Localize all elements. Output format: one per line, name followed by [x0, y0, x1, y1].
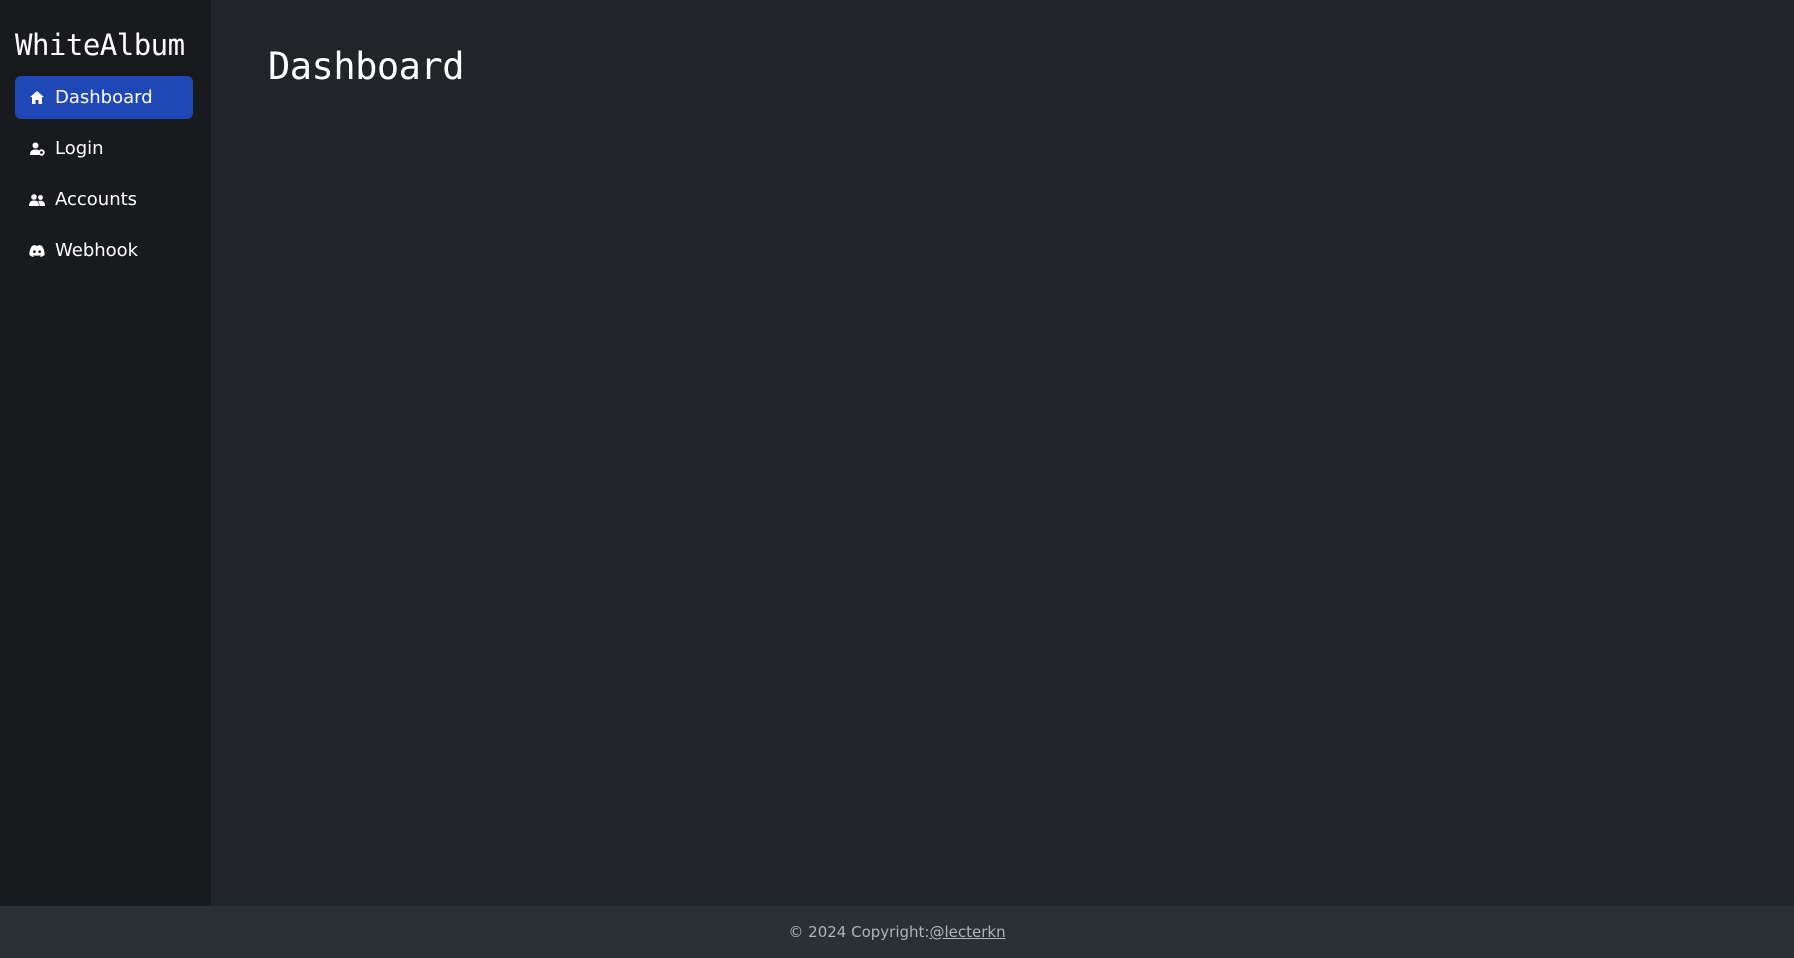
- sidebar-item-label: Webhook: [55, 240, 139, 261]
- main-content: Dashboard: [211, 0, 1794, 906]
- sidebar: WhiteAlbum Dashboard Login Accounts Webh…: [0, 0, 211, 906]
- sidebar-item-label: Login: [55, 138, 104, 159]
- home-icon: [29, 90, 45, 106]
- footer-copyright: © 2024 Copyright:: [788, 923, 930, 941]
- sidebar-item-label: Dashboard: [55, 87, 153, 108]
- page-title: Dashboard: [268, 45, 464, 88]
- sidebar-item-webhook[interactable]: Webhook: [15, 229, 193, 272]
- app-root: WhiteAlbum Dashboard Login Accounts Webh…: [0, 0, 1794, 958]
- users-icon: [29, 192, 45, 208]
- sidebar-nav: Dashboard Login Accounts Webhook: [15, 76, 193, 280]
- sidebar-item-dashboard[interactable]: Dashboard: [15, 76, 193, 119]
- discord-icon: [29, 243, 45, 259]
- footer-author-link[interactable]: @lecterkn: [929, 923, 1005, 941]
- brand-title: WhiteAlbum: [15, 28, 185, 62]
- user-login-icon: [29, 141, 45, 157]
- sidebar-item-login[interactable]: Login: [15, 127, 193, 170]
- sidebar-item-accounts[interactable]: Accounts: [15, 178, 193, 221]
- sidebar-item-label: Accounts: [55, 189, 138, 210]
- footer: © 2024 Copyright: @lecterkn: [0, 906, 1794, 958]
